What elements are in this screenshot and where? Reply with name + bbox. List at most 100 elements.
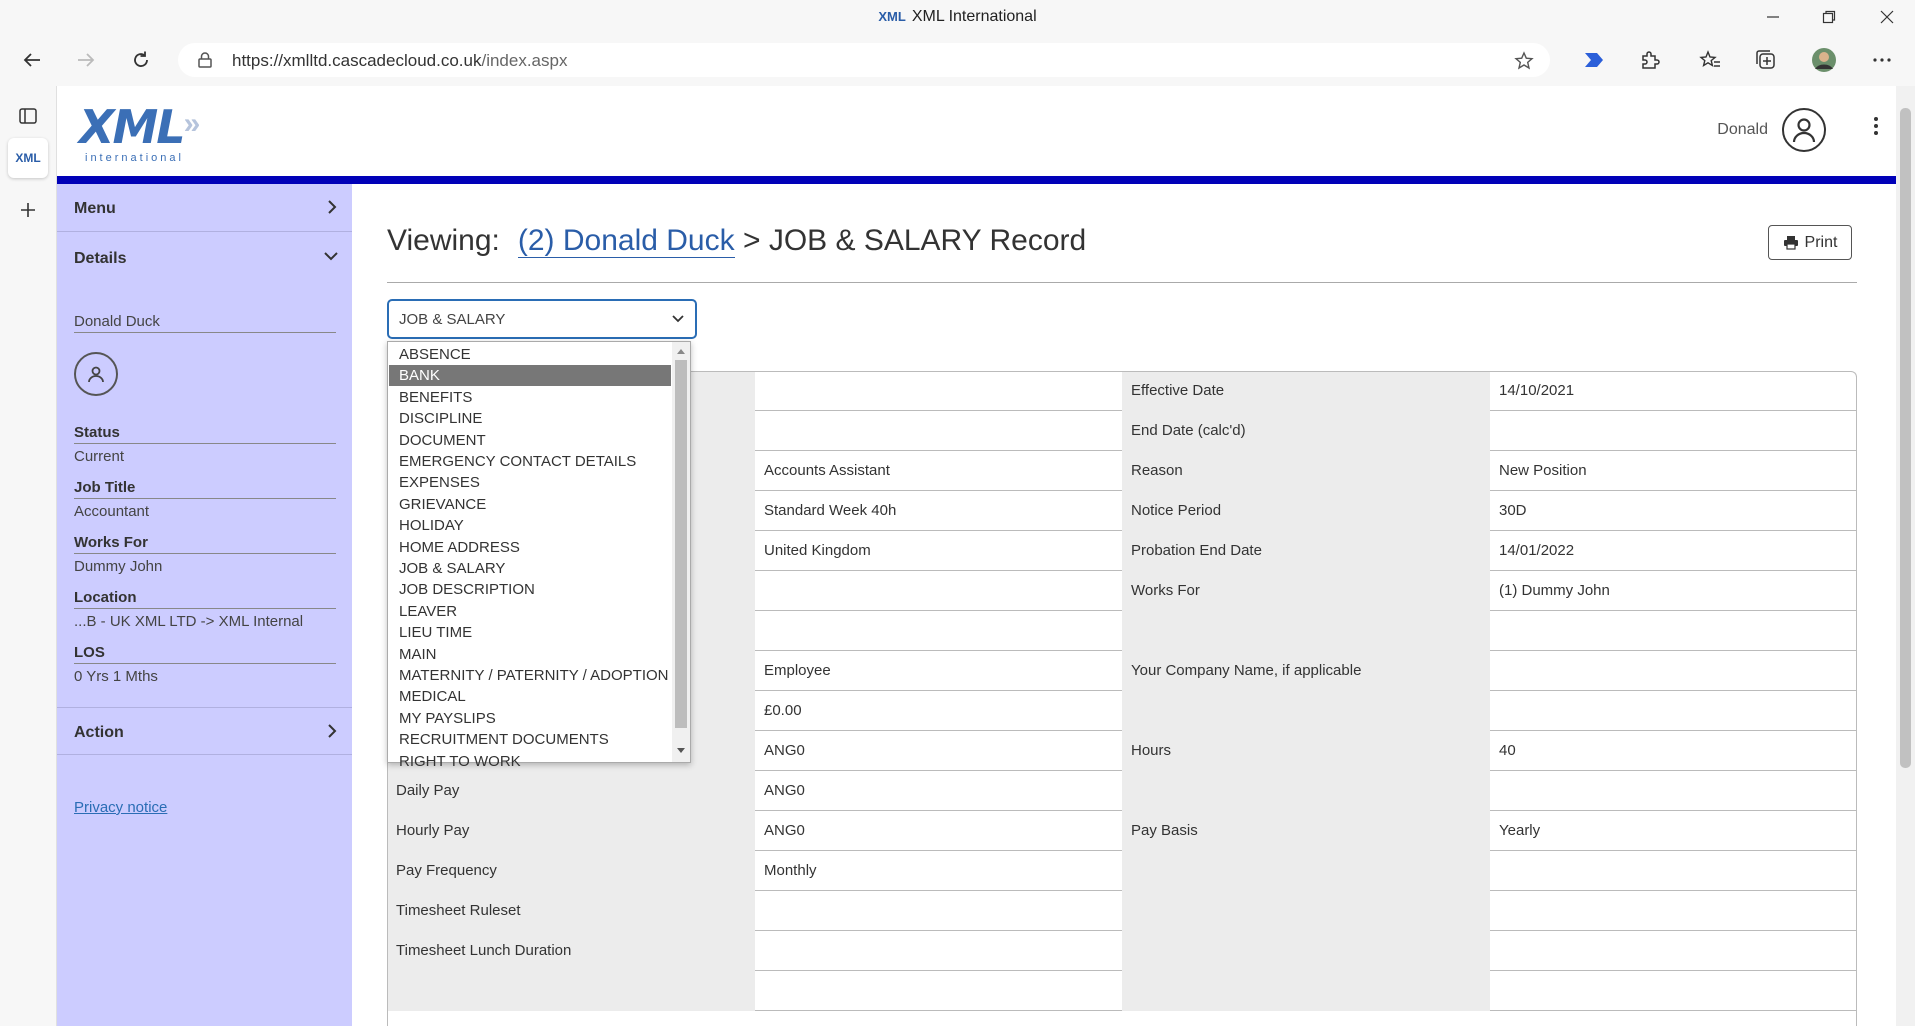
sidebar-field-works-for: Works For Dummy John (74, 534, 336, 575)
app-menu-button[interactable] (1872, 116, 1880, 141)
refresh-button[interactable] (125, 44, 157, 76)
extension-arrow-icon (1585, 53, 1603, 67)
field-label-cell: Works For (1122, 571, 1490, 611)
user-avatar[interactable] (1782, 108, 1826, 152)
scroll-up-icon[interactable] (676, 347, 686, 355)
dropdown-option[interactable]: EXPENSES (389, 472, 671, 493)
field-label-cell: Pay Basis (1122, 811, 1490, 851)
field-value-cell: New Position (1499, 462, 1587, 479)
dropdown-option[interactable]: ABSENCE (389, 344, 671, 365)
address-toolbar: https://xmlltd.cascadecloud.co.uk/index.… (0, 34, 1915, 86)
close-window-button[interactable] (1859, 0, 1915, 34)
page-scrollbar[interactable] (1896, 86, 1915, 1026)
dropdown-option[interactable]: RIGHT TO WORK (389, 751, 671, 772)
dropdown-option[interactable]: MY PAYSLIPS (389, 708, 671, 729)
field-label-cell: Daily Pay (387, 771, 755, 811)
field-label-cell: Notice Period (1122, 491, 1490, 531)
url-host: https://xmlltd.cascadecloud.co.uk (232, 51, 482, 70)
chevron-right-icon (328, 724, 337, 738)
field-value: Dummy John (74, 558, 163, 575)
add-favorite-icon[interactable] (1514, 51, 1534, 71)
dropdown-option[interactable]: LEAVER (389, 601, 671, 622)
profile-avatar-icon (1812, 48, 1836, 72)
new-tab-button[interactable] (8, 190, 48, 230)
dropdown-option[interactable]: HOME ADDRESS (389, 537, 671, 558)
extensions-button[interactable] (1634, 44, 1666, 76)
dropdown-option[interactable]: EMERGENCY CONTACT DETAILS (389, 451, 671, 472)
dropdown-option[interactable]: JOB DESCRIPTION (389, 579, 671, 600)
field-value-cell (755, 891, 1122, 931)
field-value-cell: ANG0 (764, 822, 805, 839)
dropdown-option[interactable]: MEDICAL (389, 686, 671, 707)
tab-actions-icon (19, 108, 37, 124)
favorites-button[interactable] (1694, 44, 1726, 76)
extension-arrow-button[interactable] (1578, 44, 1610, 76)
field-label-cell (1122, 931, 1490, 971)
sidebar-details-toggle[interactable]: Details (57, 234, 352, 282)
scroll-down-icon[interactable] (676, 747, 686, 755)
sidebar-menu-toggle[interactable]: Menu (57, 184, 352, 232)
vertical-tab-strip: XML (0, 86, 57, 1026)
viewing-label: Viewing: (387, 224, 500, 257)
chevron-down-icon (672, 315, 684, 323)
print-button[interactable]: Print (1768, 225, 1852, 260)
dropdown-option[interactable]: JOB & SALARY (389, 558, 671, 579)
collections-button[interactable] (1750, 44, 1782, 76)
person-icon (88, 366, 104, 383)
dropdown-scrollbar[interactable] (672, 342, 690, 762)
url-bar[interactable]: https://xmlltd.cascadecloud.co.uk/index.… (178, 43, 1550, 77)
window-title-text: XML International (911, 8, 1037, 25)
field-value-cell (1490, 851, 1857, 891)
minimize-button[interactable] (1745, 0, 1801, 34)
back-button[interactable] (16, 44, 48, 76)
xml-logo[interactable]: XML» international (79, 100, 200, 164)
record-type-select[interactable]: JOB & SALARY (387, 299, 697, 339)
field-value-cell: Accounts Assistant (764, 462, 890, 479)
dropdown-option[interactable]: DOCUMENT (389, 430, 671, 451)
sidebar-action-toggle[interactable]: Action (57, 707, 352, 755)
field-label-cell: Pay Frequency (387, 851, 755, 891)
privacy-notice-link[interactable]: Privacy notice (74, 799, 167, 816)
employee-link[interactable]: (2) Donald Duck (517, 224, 735, 258)
url-path: /index.aspx (481, 51, 568, 70)
tab-xml-international[interactable]: XML (8, 138, 48, 178)
title-logo: XML (878, 9, 906, 24)
print-label: Print (1804, 233, 1838, 251)
field-label-cell (1122, 771, 1490, 811)
field-value-cell: (1) Dummy John (1499, 582, 1610, 599)
profile-button[interactable] (1808, 44, 1840, 76)
field-label-cell (1122, 971, 1490, 1011)
field-value-cell: Monthly (764, 862, 817, 879)
dropdown-option[interactable]: GRIEVANCE (389, 494, 671, 515)
field-label-cell: End Date (calc'd) (1122, 411, 1490, 451)
page-scrollbar-thumb[interactable] (1900, 108, 1911, 768)
sidebar-details-label: Details (74, 250, 127, 267)
tab-actions-button[interactable] (8, 96, 48, 136)
forward-button[interactable] (70, 44, 102, 76)
more-horizontal-icon (1873, 58, 1891, 62)
table-row: Timesheet Lunch Duration (387, 931, 1857, 971)
browser-menu-button[interactable] (1866, 44, 1898, 76)
dropdown-option[interactable]: HOLIDAY (389, 515, 671, 536)
dropdown-option[interactable]: MAIN (389, 644, 671, 665)
field-label-cell: Probation End Date (1122, 531, 1490, 571)
field-value-cell: 14/10/2021 (1499, 382, 1575, 399)
url-text: https://xmlltd.cascadecloud.co.uk/index.… (232, 51, 567, 71)
field-label-cell: Effective Date (1122, 371, 1490, 411)
dropdown-option[interactable]: MATERNITY / PATERNITY / ADOPTION (389, 665, 671, 686)
table-row (387, 971, 1857, 1011)
dropdown-scrollbar-thumb[interactable] (675, 360, 687, 728)
user-area[interactable]: Donald (1717, 108, 1826, 152)
dropdown-option[interactable]: DISCIPLINE (389, 408, 671, 429)
record-type-dropdown[interactable]: ABSENCE BANK BENEFITS DISCIPLINE DOCUMENT EME… (387, 341, 691, 770)
sidebar-field-status: Status Current (74, 424, 336, 465)
field-value-cell (1490, 651, 1857, 691)
dropdown-option[interactable]: LIEU TIME (389, 622, 671, 643)
restore-button[interactable] (1801, 0, 1857, 34)
dropdown-option[interactable]: RECRUITMENT DOCUMENTS (389, 729, 671, 750)
dropdown-option[interactable]: BENEFITS (389, 387, 671, 408)
dropdown-option[interactable]: BANK (389, 365, 671, 387)
field-value-cell (1490, 691, 1857, 731)
printer-icon (1783, 236, 1798, 250)
field-value: ...B - UK XML LTD -> XML Internal (74, 613, 304, 630)
